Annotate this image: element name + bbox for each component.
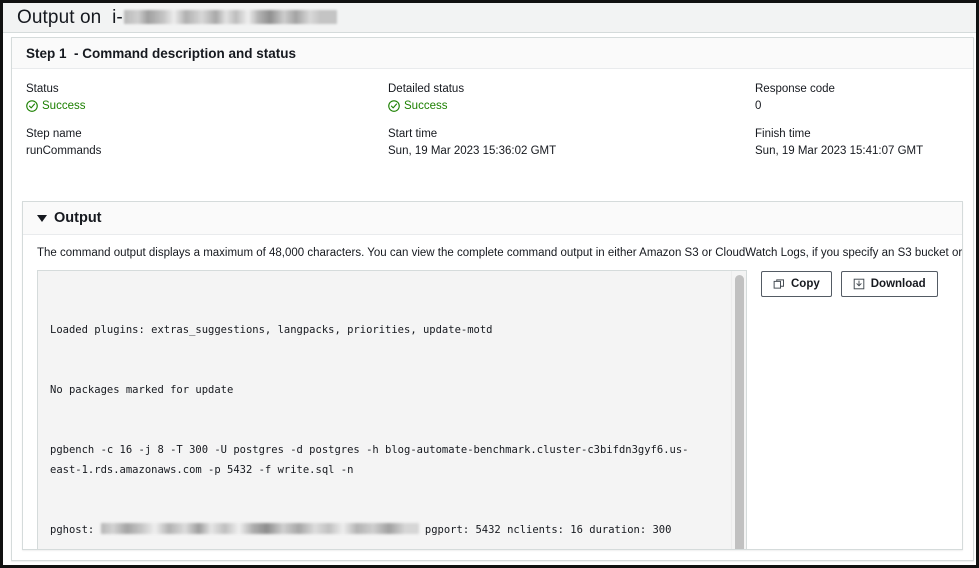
step-card-title: Step 1 - Command description and status	[26, 45, 297, 61]
field-value-step-name: runCommands	[26, 145, 102, 157]
console-line: Loaded plugins: extras_suggestions, lang…	[50, 324, 493, 336]
output-section-card: Output The command output displays a max…	[22, 201, 963, 550]
field-label-response-code: Response code	[755, 83, 835, 95]
output-section-header[interactable]: Output	[23, 202, 962, 235]
field-detailed-status: Detailed status Success	[388, 82, 755, 113]
window-titlebar: Output on i-	[3, 3, 976, 33]
status-field-grid: Status Success Detailed status Success R…	[12, 69, 973, 170]
status-value-detailed-status: Success	[404, 100, 448, 112]
output-section-body: The command output displays a maximum of…	[23, 235, 963, 549]
status-value-status: Success	[42, 100, 86, 112]
status-badge-status: Success	[26, 99, 388, 113]
field-label-status: Status	[26, 83, 59, 95]
status-badge-detailed-status: Success	[388, 99, 755, 113]
field-value-finish-time: Sun, 19 Mar 2023 15:41:07 GMT	[755, 145, 924, 157]
step-card-header: Step 1 - Command description and status	[12, 38, 973, 69]
command-output-textarea[interactable]: Loaded plugins: extras_suggestions, lang…	[37, 270, 747, 549]
caret-down-icon[interactable]	[37, 214, 47, 222]
console-line-pghost: pghost: pgport: 5432 nclients: 16 durati…	[50, 520, 720, 540]
download-icon	[853, 278, 865, 290]
pghost-suffix: pgport: 5432 nclients: 16 duration: 300	[418, 524, 672, 536]
screenshot-root: Output on i- Step 1 - Command descriptio…	[0, 0, 979, 568]
copy-button-label: Copy	[791, 278, 820, 290]
output-section-title: Output	[54, 210, 102, 226]
output-action-buttons: Copy Download	[761, 270, 938, 297]
field-finish-time: Finish time Sun, 19 Mar 2023 15:41:07 GM…	[755, 127, 959, 158]
field-status: Status Success	[26, 82, 388, 113]
field-response-code: Response code 0	[755, 82, 959, 113]
field-label-start-time: Start time	[388, 128, 438, 140]
field-start-time: Start time Sun, 19 Mar 2023 15:36:02 GMT	[388, 127, 755, 158]
console-scrollbar[interactable]	[731, 271, 746, 549]
check-circle-icon	[26, 100, 38, 112]
download-button[interactable]: Download	[840, 271, 938, 297]
field-label-step-name: Step name	[26, 128, 82, 140]
download-button-label: Download	[870, 278, 926, 290]
field-value-response-code: 0	[755, 100, 762, 112]
page-title: Output on i-	[17, 7, 337, 29]
field-step-name: Step name runCommands	[26, 127, 388, 158]
field-label-detailed-status: Detailed status	[388, 83, 465, 95]
copy-button[interactable]: Copy	[761, 271, 832, 297]
field-label-finish-time: Finish time	[755, 128, 811, 140]
output-content-row: Loaded plugins: extras_suggestions, lang…	[37, 270, 948, 549]
command-output-text: Loaded plugins: extras_suggestions, lang…	[38, 271, 746, 549]
console-scrollbar-thumb[interactable]	[735, 275, 744, 549]
field-value-start-time: Sun, 19 Mar 2023 15:36:02 GMT	[388, 145, 557, 157]
redacted-instance-id	[123, 10, 337, 25]
console-line: pgbench -c 16 -j 8 -T 300 -U postgres -d…	[50, 444, 689, 476]
step-detail-card: Step 1 - Command description and status …	[11, 37, 974, 561]
copy-icon	[773, 278, 785, 290]
output-character-limit-note: The command output displays a maximum of…	[37, 247, 963, 259]
page-title-text: Output on i-	[17, 6, 123, 28]
check-circle-icon	[388, 100, 400, 112]
console-line: No packages marked for update	[50, 384, 234, 396]
redacted-pghost-value	[100, 523, 419, 534]
pghost-prefix: pghost:	[50, 524, 101, 536]
